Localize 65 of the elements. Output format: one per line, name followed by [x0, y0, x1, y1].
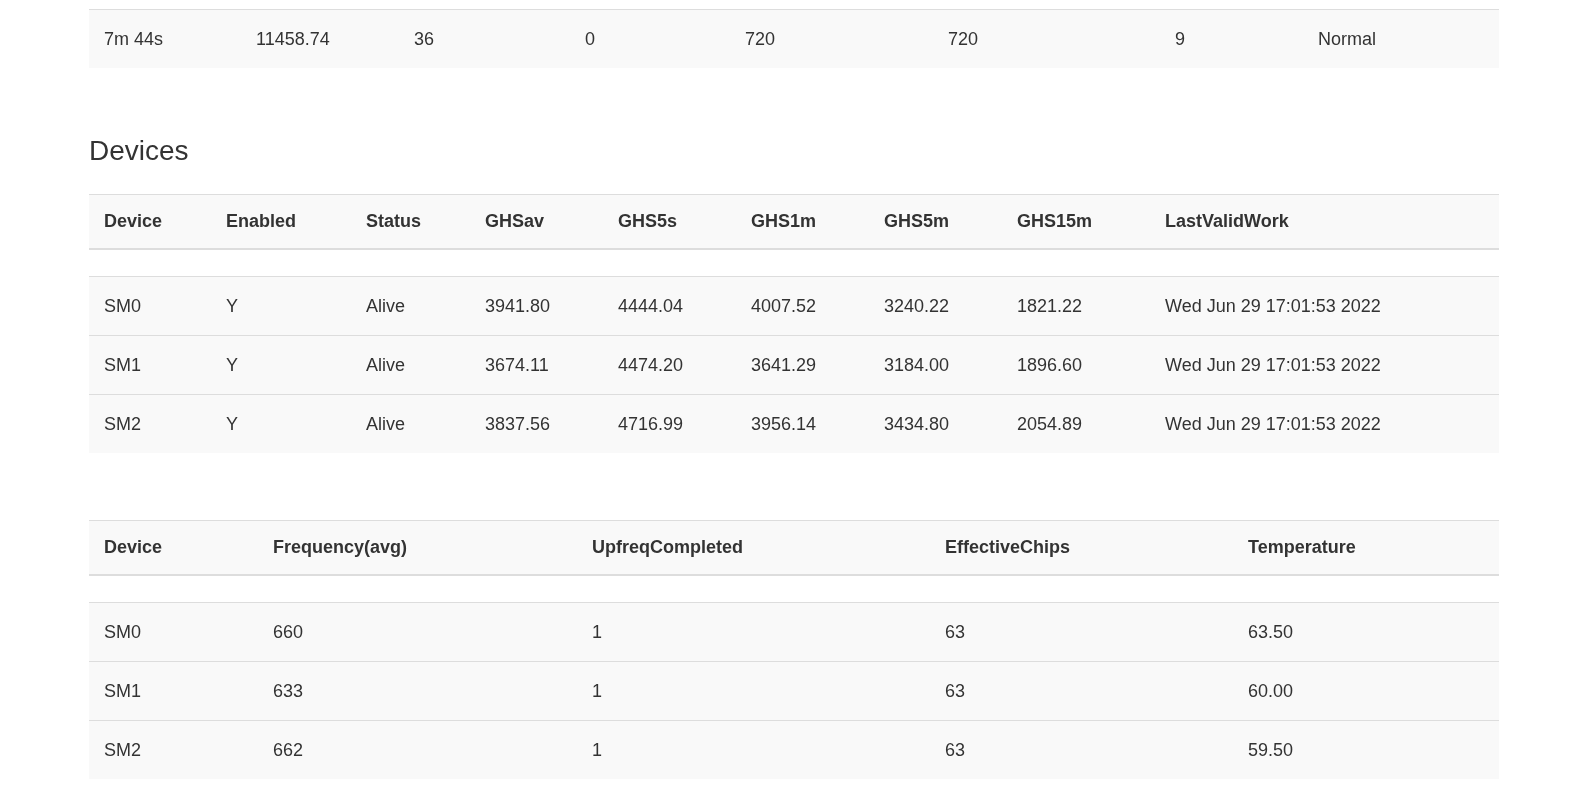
column-header: Device — [104, 210, 163, 233]
table-cell-text: 4474.20 — [618, 353, 684, 377]
table-cell-text: 3674.11 — [485, 353, 549, 377]
table-cell-text: 3941.80 — [485, 294, 551, 318]
table-cell-text: 1 — [592, 679, 602, 703]
table-cell-text: 720 — [745, 27, 776, 51]
table-cell-text: 3184.00 — [884, 353, 950, 377]
table-cell-text: 1 — [592, 620, 602, 644]
table-cell-text: 7m 44s — [104, 27, 164, 51]
table-cell-text: SM1 — [104, 679, 141, 703]
table-cell-text: 3837.56 — [485, 412, 551, 436]
column-header: GHS5m — [884, 210, 950, 233]
table-cell-text: Normal — [1318, 27, 1376, 51]
table-cell-text: 63 — [945, 620, 966, 644]
table-cell-text: Y — [226, 294, 238, 318]
table-cell-text: 1 — [592, 738, 602, 762]
table-cell-text: 2054.89 — [1017, 412, 1083, 436]
column-header: Status — [366, 210, 421, 233]
column-header: GHS1m — [751, 210, 817, 233]
column-header: Device — [104, 536, 163, 559]
column-header: Temperature — [1248, 536, 1356, 559]
table-cell-text: Y — [226, 412, 238, 436]
table-cell-text: 660 — [273, 620, 304, 644]
table-cell-text: SM2 — [104, 412, 141, 436]
table-cell-text: 63 — [945, 738, 966, 762]
column-header: EffectiveChips — [945, 536, 1071, 559]
table-cell-text: 63 — [945, 679, 966, 703]
table-cell-text: Y — [226, 353, 238, 377]
table-cell-text: 1896.60 — [1017, 353, 1083, 377]
table-cell-text: SM0 — [104, 294, 141, 318]
table-cell-text: Alive — [366, 294, 405, 318]
table-cell-text: 4444.04 — [618, 294, 684, 318]
table-cell-text: 1821.22 — [1017, 294, 1083, 318]
table-cell-text: SM2 — [104, 738, 141, 762]
table-cell-text: Alive — [366, 353, 405, 377]
table-cell-text: Wed Jun 29 17:01:53 2022 — [1165, 412, 1381, 436]
column-header: Enabled — [226, 210, 296, 233]
table-cell-text: 3434.80 — [884, 412, 950, 436]
table-cell-text: SM1 — [104, 353, 141, 377]
table-cell-text: 3956.14 — [751, 412, 817, 436]
table-cell-text: 9 — [1175, 27, 1185, 51]
column-header: GHS5s — [618, 210, 678, 233]
table-cell-text: 63.50 — [1248, 620, 1294, 644]
table-cell-text: 60.00 — [1248, 679, 1294, 703]
table-cell-text: 3641.29 — [751, 353, 817, 377]
table-cell-text: 36 — [414, 27, 435, 51]
column-header: GHS15m — [1017, 210, 1093, 233]
table-cell-text: 4716.99 — [618, 412, 684, 436]
section-title: Devices — [89, 134, 190, 168]
table-cell-text: Alive — [366, 412, 405, 436]
table-cell-text: Wed Jun 29 17:01:53 2022 — [1165, 294, 1381, 318]
table-cell-text: 59.50 — [1248, 738, 1294, 762]
table-cell-text: 11458.74 — [256, 27, 330, 51]
table-cell-text: 720 — [948, 27, 979, 51]
table-cell-text: 4007.52 — [751, 294, 817, 318]
table-cell-text: 3240.22 — [884, 294, 950, 318]
column-header: GHSav — [485, 210, 545, 233]
table-cell-text: 633 — [273, 679, 304, 703]
table-cell-text: SM0 — [104, 620, 141, 644]
table-cell-text: Wed Jun 29 17:01:53 2022 — [1165, 353, 1381, 377]
column-header: UpfreqCompleted — [592, 536, 743, 559]
table-cell-text: 662 — [273, 738, 304, 762]
column-header: LastValidWork — [1165, 210, 1289, 233]
table-cell-text: 0 — [585, 27, 595, 51]
column-header: Frequency(avg) — [273, 536, 408, 559]
